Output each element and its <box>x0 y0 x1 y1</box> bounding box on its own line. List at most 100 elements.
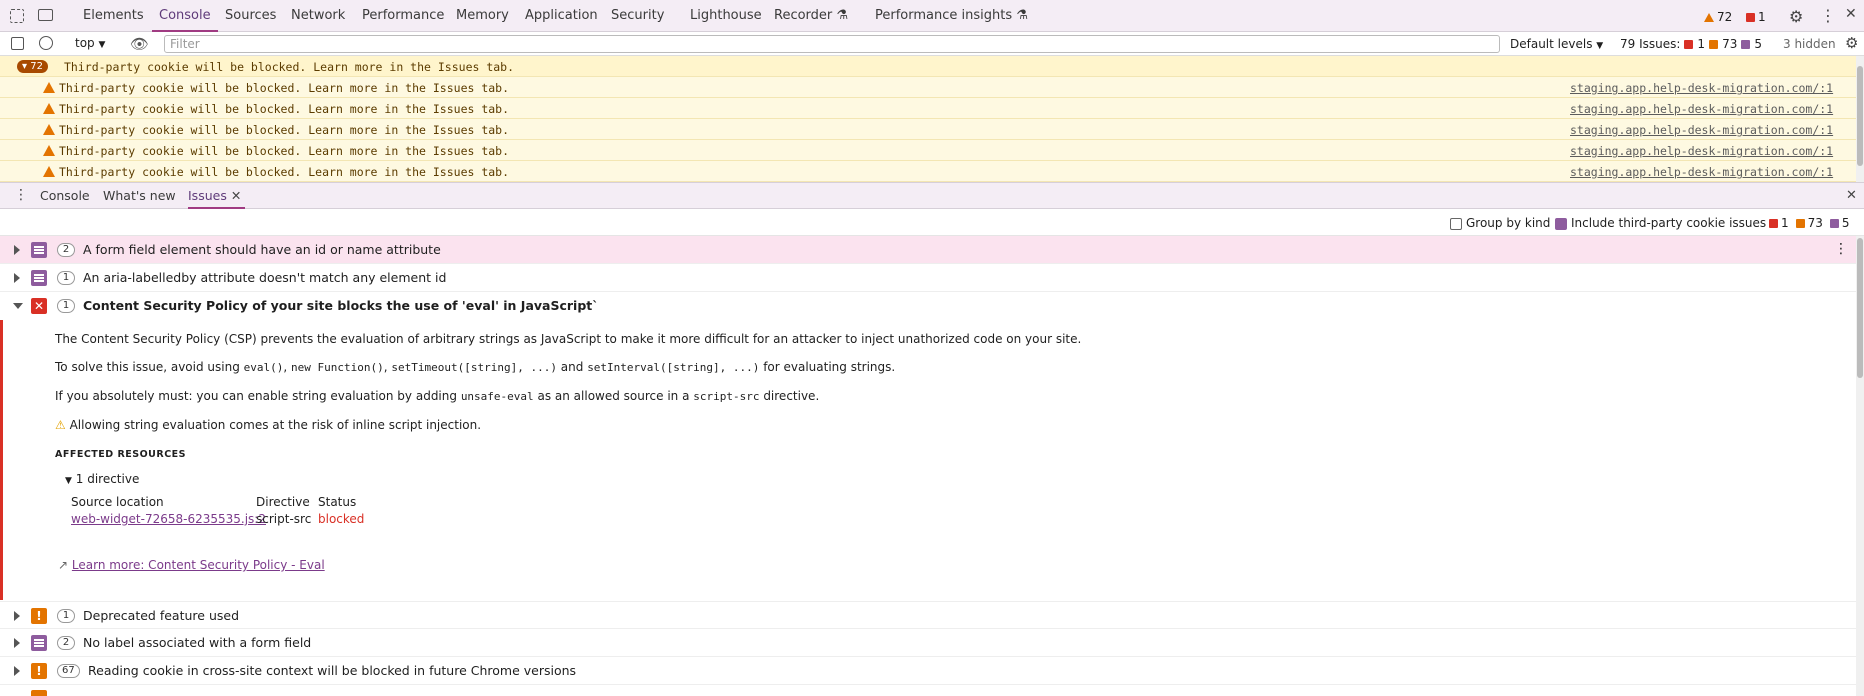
text: directive. <box>759 389 820 403</box>
close-devtools-icon[interactable]: ✕ <box>1845 6 1857 22</box>
issue-details: The Content Security Policy (CSP) preven… <box>0 320 1856 600</box>
warning-icon <box>1704 12 1714 22</box>
include-third-party-label: Include third-party cookie issues <box>1571 216 1767 230</box>
device-toolbar-icon[interactable] <box>38 9 53 21</box>
source-link[interactable]: staging.app.help-desk-migration.com/:1 <box>1570 165 1833 179</box>
collapse-arrow-icon[interactable] <box>13 303 23 309</box>
drawer-tab-issues[interactable]: Issues ✕ <box>188 183 246 209</box>
directive-toggle[interactable]: ▼ 1 directive <box>65 472 139 486</box>
console-message: Third-party cookie will be blocked. Lear… <box>59 165 510 179</box>
text: , <box>283 360 292 374</box>
live-expression-eye-icon[interactable]: 👁 <box>130 35 149 53</box>
issue-row[interactable]: ! 67 Reading cookie in cross-site contex… <box>0 657 1856 685</box>
expand-arrow-icon[interactable] <box>14 638 20 648</box>
errors-counter[interactable]: 1 <box>1746 10 1766 24</box>
affected-resources-heading: AFFECTED RESOURCES <box>55 449 187 460</box>
tab-recorder[interactable]: Recorder ⚗ <box>774 0 848 32</box>
source-location-link[interactable]: web-widget-72658-6235535.js:2 <box>71 512 266 526</box>
console-group-row[interactable]: ▾ 72 Third-party cookie will be blocked.… <box>0 56 1856 77</box>
issue-row[interactable]: 2 A form field element should have an id… <box>0 236 1856 264</box>
tab-performance[interactable]: Performance <box>362 0 444 32</box>
warning-icon <box>43 124 55 135</box>
console-row: Third-party cookie will be blocked. Lear… <box>0 161 1856 182</box>
expand-arrow-icon[interactable] <box>14 273 20 283</box>
warning-issue-icon <box>1709 39 1719 49</box>
warning-icon <box>43 166 55 177</box>
filter-input[interactable]: Filter <box>164 35 1500 53</box>
console-scrollbar[interactable] <box>1856 56 1864 182</box>
context-value: top <box>75 36 95 50</box>
details-paragraph-2: To solve this issue, avoid using eval(),… <box>55 360 895 374</box>
group-count: 72 <box>30 61 43 72</box>
checkbox-checked[interactable] <box>1555 217 1567 230</box>
tab-performance-insights[interactable]: Performance insights ⚗ <box>875 0 1028 32</box>
text: If you absolutely must: you can enable s… <box>55 389 461 403</box>
warnings-counter[interactable]: 72 <box>1704 10 1732 24</box>
inspect-element-icon[interactable] <box>10 9 24 23</box>
tab-console[interactable]: Console <box>152 0 218 32</box>
drawer-tab-console[interactable]: Console <box>40 183 90 209</box>
code: script-src <box>693 390 760 403</box>
warning-icon <box>43 103 55 114</box>
error-issue-icon <box>1684 39 1694 49</box>
issue-count: 1 <box>57 299 75 313</box>
log-levels-dropdown[interactable]: Default levels ▼ <box>1510 37 1603 51</box>
col-status-header: Status <box>318 495 357 509</box>
source-link[interactable]: staging.app.help-desk-migration.com/:1 <box>1570 81 1833 95</box>
include-third-party-checkbox[interactable]: Include third-party cookie issues <box>1555 216 1766 230</box>
learn-more-link[interactable]: ↗ Learn more: Content Security Policy - … <box>58 558 325 572</box>
warning-icon <box>43 82 55 93</box>
tab-network[interactable]: Network <box>291 0 345 32</box>
warning-issue-icon <box>31 690 47 696</box>
details-paragraph-3: If you absolutely must: you can enable s… <box>55 389 819 403</box>
flask-icon: ⚗ <box>836 8 849 23</box>
issue-row[interactable]: 1 An aria-labelledby attribute doesn't m… <box>0 264 1856 292</box>
tab-memory[interactable]: Memory <box>456 0 509 32</box>
settings-gear-icon[interactable]: ⚙ <box>1789 7 1803 26</box>
more-options-icon[interactable]: ⋮ <box>1820 6 1836 25</box>
issue-row[interactable]: 2 No label associated with a form field <box>0 629 1856 657</box>
clear-console-icon[interactable] <box>39 36 53 50</box>
tab-sources[interactable]: Sources <box>225 0 276 32</box>
drawer-tab-bar: ⋮ Console What's new Issues ✕ ✕ <box>0 182 1864 209</box>
learn-more-text[interactable]: Learn more: Content Security Policy - Ev… <box>72 558 325 572</box>
drawer-menu-icon[interactable]: ⋮ <box>14 187 28 203</box>
warning-icon <box>43 145 55 156</box>
context-selector[interactable]: top ▼ <box>75 36 105 50</box>
close-tab-icon[interactable]: ✕ <box>231 188 241 203</box>
issue-title: Deprecated feature used <box>83 608 239 623</box>
scrollbar-thumb[interactable] <box>1857 238 1863 378</box>
group-by-kind-checkbox[interactable]: Group by kind <box>1450 216 1550 230</box>
issue-row[interactable]: ! 1 Deprecated feature used <box>0 601 1856 629</box>
source-link[interactable]: web-widget-72658-6235535.js:2 <box>71 512 266 526</box>
tab-performance-insights-label: Performance insights <box>875 8 1013 23</box>
tab-security[interactable]: Security <box>611 0 664 32</box>
checkbox[interactable] <box>1450 217 1462 230</box>
issues-scrollbar[interactable] <box>1856 236 1864 696</box>
tab-lighthouse[interactable]: Lighthouse <box>690 0 762 32</box>
issues-counter[interactable]: 79 Issues: 1 73 5 <box>1620 37 1762 51</box>
sidebar-toggle-icon[interactable] <box>11 37 24 50</box>
warning-issue-icon: ! <box>31 608 47 624</box>
warnings-count: 72 <box>1717 10 1733 24</box>
warning-count: 73 <box>1807 216 1823 230</box>
expand-arrow-icon[interactable] <box>14 666 20 676</box>
issue-row-expanded[interactable]: ✕ 1 Content Security Policy of your site… <box>0 292 1856 320</box>
expand-arrow-icon[interactable] <box>14 611 20 621</box>
tab-application[interactable]: Application <box>525 0 598 32</box>
issue-menu-icon[interactable]: ⋮ <box>1834 241 1848 257</box>
issues-error-count: 1 <box>1697 37 1706 51</box>
drawer-tab-whats-new[interactable]: What's new <box>103 183 176 209</box>
console-settings-gear-icon[interactable]: ⚙ <box>1845 34 1858 52</box>
close-drawer-icon[interactable]: ✕ <box>1846 188 1857 203</box>
details-paragraph-4: ⚠ Allowing string evaluation comes at th… <box>55 418 481 432</box>
source-link[interactable]: staging.app.help-desk-migration.com/:1 <box>1570 144 1833 158</box>
expand-arrow-icon[interactable] <box>14 245 20 255</box>
tab-elements[interactable]: Elements <box>83 0 144 32</box>
console-messages: ▾ 72 Third-party cookie will be blocked.… <box>0 56 1856 182</box>
issues-toolbar-counts: 1 73 5 <box>1769 216 1850 230</box>
issue-count: 2 <box>57 243 75 257</box>
source-link[interactable]: staging.app.help-desk-migration.com/:1 <box>1570 102 1833 116</box>
source-link[interactable]: staging.app.help-desk-migration.com/:1 <box>1570 123 1833 137</box>
scrollbar-thumb[interactable] <box>1857 66 1863 166</box>
